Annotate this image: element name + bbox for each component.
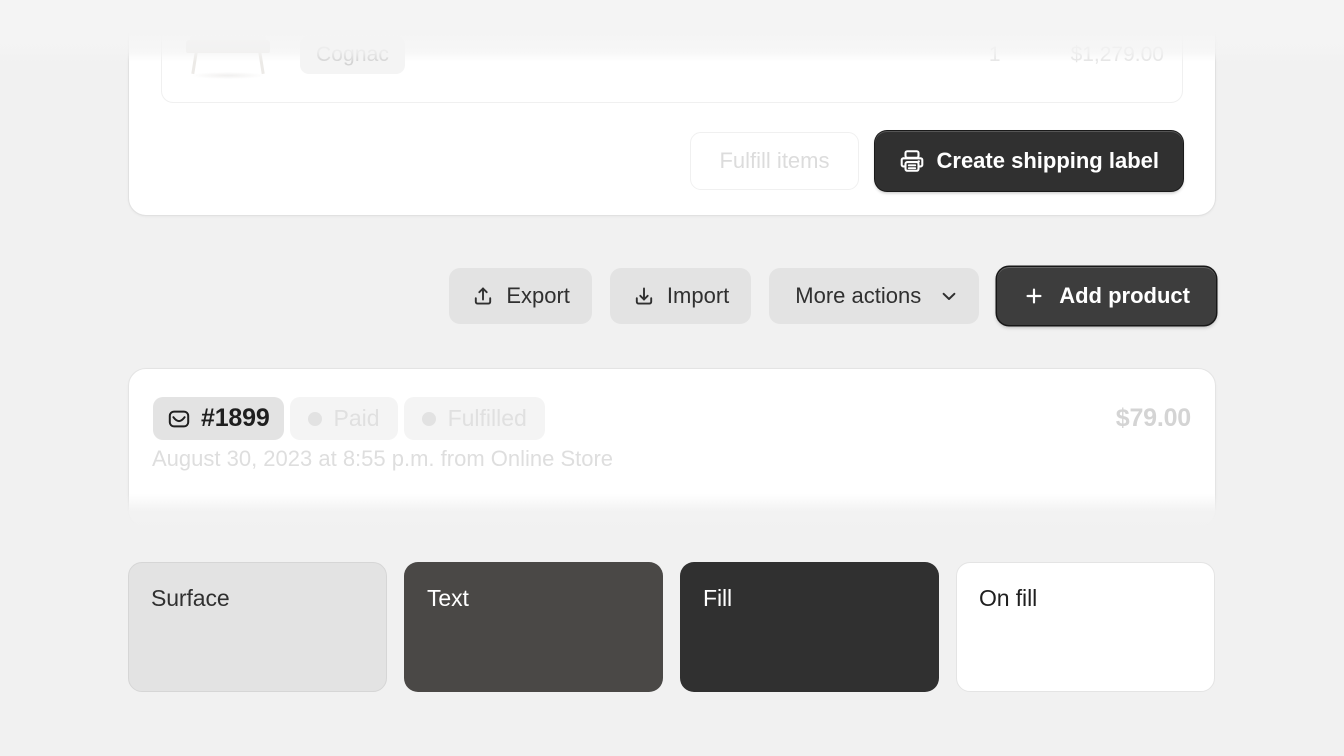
payment-status-badge: Paid	[289, 397, 398, 440]
plus-icon	[1023, 285, 1045, 307]
import-label: Import	[666, 283, 730, 308]
create-shipping-label-button[interactable]: Create shipping label	[874, 131, 1183, 191]
import-button[interactable]: Import	[609, 268, 752, 324]
line-item-price: $1,279.00	[1070, 43, 1164, 66]
fulfillment-status-dot	[421, 411, 436, 426]
create-shipping-label-text: Create shipping label	[936, 148, 1160, 173]
more-actions-label: More actions	[795, 283, 922, 308]
order-detail-card: Cognac 1 $1,279.00 Fulfill items Create …	[128, 0, 1216, 216]
order-header-row: #1899 Paid Fulfilled $79.00	[153, 397, 1191, 440]
fulfillment-status-badge: Fulfilled	[403, 397, 545, 440]
fulfill-items-button[interactable]: Fulfill items	[690, 132, 859, 190]
payment-status-label: Paid	[333, 405, 380, 431]
variant-badge: Cognac	[300, 36, 405, 74]
upload-icon	[471, 284, 495, 308]
order-total: $79.00	[1115, 404, 1191, 432]
order-number-badge[interactable]: #1899	[153, 397, 284, 440]
swatch-on-fill-label: On fill	[979, 585, 1038, 611]
export-label: Export	[506, 283, 570, 308]
swatch-surface-label: Surface	[151, 585, 230, 611]
bench-product-image	[180, 22, 276, 88]
line-item-quantity: 1	[988, 43, 1001, 66]
swatch-on-fill: On fill	[956, 562, 1215, 692]
export-button[interactable]: Export	[449, 268, 592, 324]
order-number-text: #1899	[201, 404, 270, 432]
color-swatch-row: Surface Text Fill On fill	[128, 562, 1216, 692]
product-toolbar: Export Import More actions Add product	[128, 266, 1216, 326]
swatch-fill-label: Fill	[703, 585, 732, 611]
swatch-text: Text	[404, 562, 663, 692]
fulfillment-status-label: Fulfilled	[447, 405, 527, 431]
order-inbox-icon	[167, 407, 191, 431]
payment-status-dot	[307, 411, 322, 426]
swatch-fill: Fill	[680, 562, 939, 692]
order-meta-text: August 30, 2023 at 8:55 p.m. from Online…	[152, 446, 614, 471]
more-actions-button[interactable]: More actions	[769, 268, 980, 324]
swatch-text-label: Text	[427, 585, 469, 611]
download-icon	[632, 284, 656, 308]
card-action-bar: Fulfill items Create shipping label	[690, 131, 1183, 191]
fulfill-items-label: Fulfill items	[719, 148, 830, 173]
add-product-label: Add product	[1059, 283, 1190, 308]
add-product-button[interactable]: Add product	[997, 267, 1216, 325]
swatch-surface: Surface	[128, 562, 387, 692]
printer-icon	[899, 148, 925, 174]
chevron-down-icon	[937, 284, 961, 308]
line-item-row[interactable]: Cognac 1 $1,279.00	[161, 7, 1183, 103]
